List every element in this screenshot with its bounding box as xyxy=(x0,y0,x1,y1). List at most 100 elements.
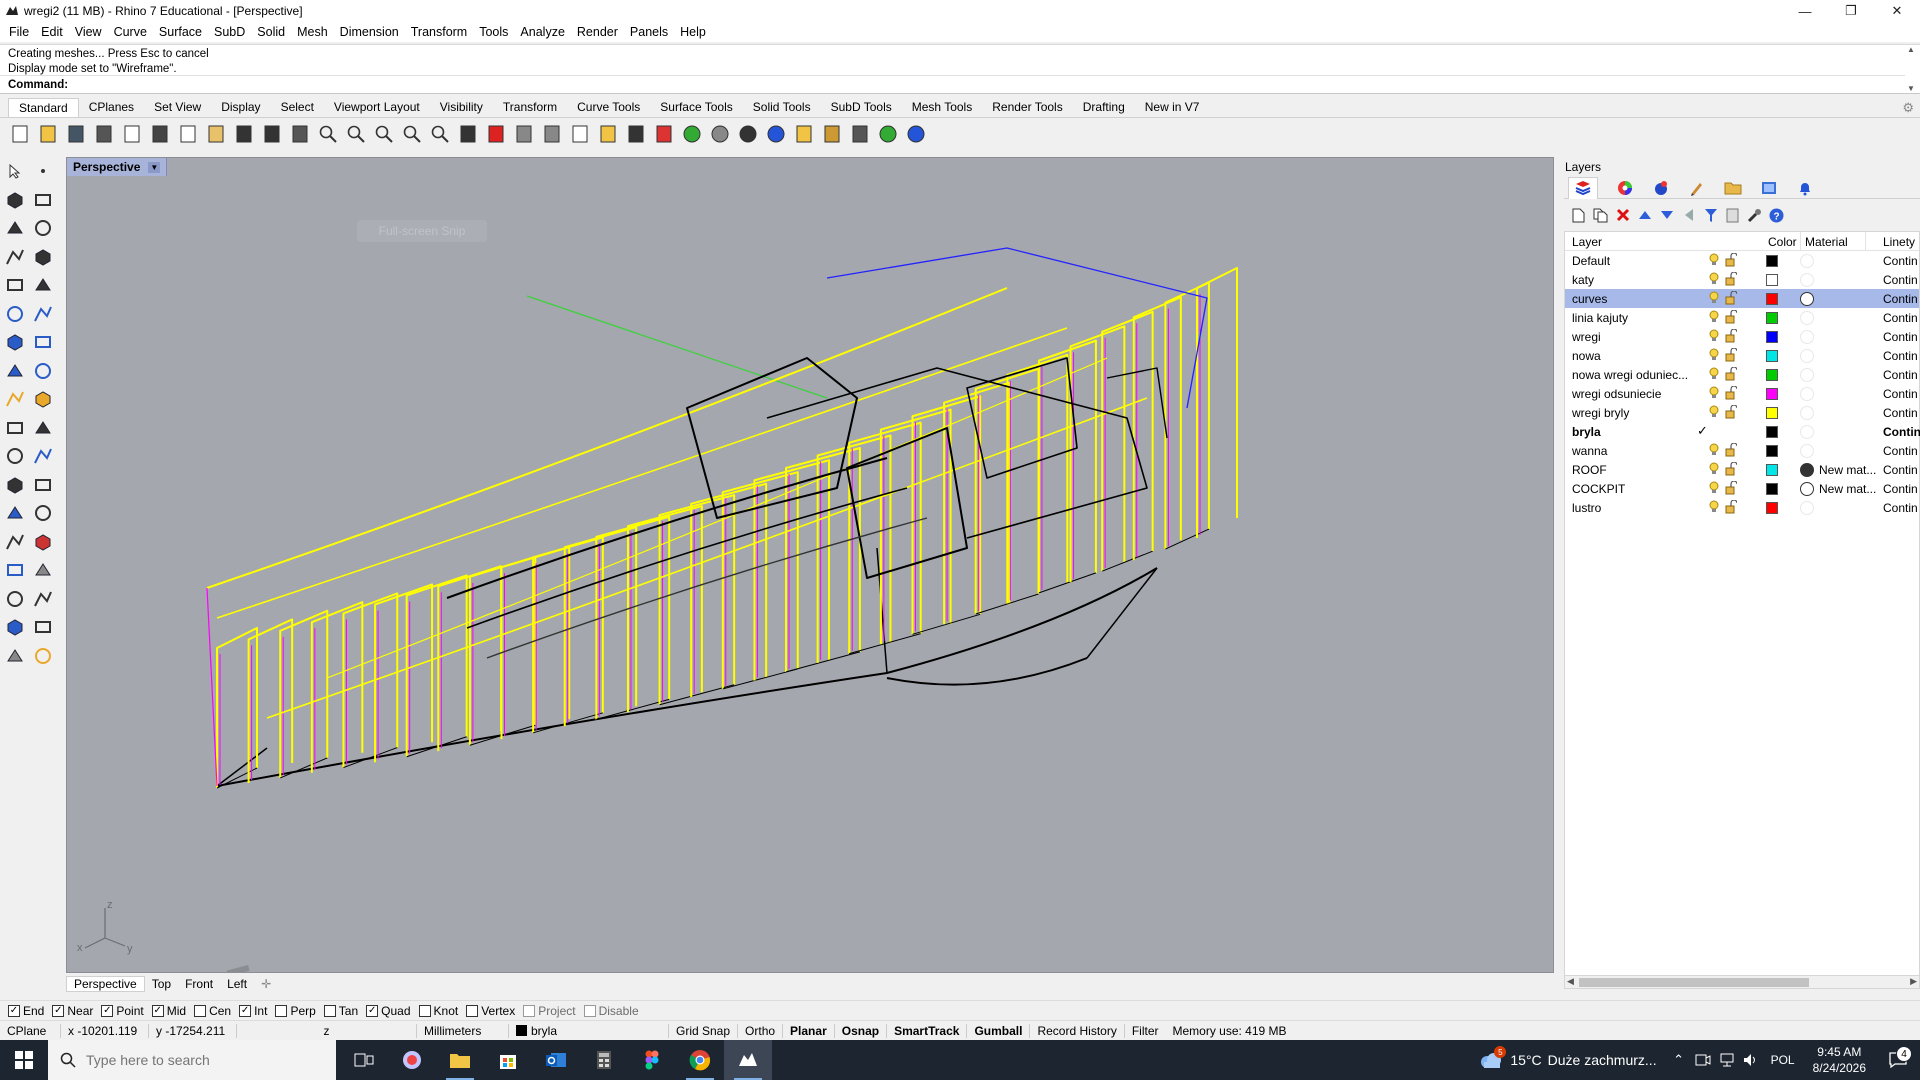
menu-edit[interactable]: Edit xyxy=(35,25,69,39)
curve-from-object-icon[interactable] xyxy=(32,559,54,581)
viewport-menu-icon[interactable]: ▼ xyxy=(148,161,161,173)
layer-row[interactable]: nowa wregi oduniec... Contin xyxy=(1565,365,1919,384)
osnap-checkbox[interactable] xyxy=(418,1004,431,1017)
layer-material-swatch[interactable] xyxy=(1800,254,1814,268)
render-tool-icon[interactable] xyxy=(32,645,54,667)
layer-row[interactable]: wregi bryly Contin xyxy=(1565,403,1919,422)
analyze-icon[interactable] xyxy=(32,588,54,610)
pan-icon[interactable] xyxy=(260,122,284,146)
osnap-knot[interactable]: Knot xyxy=(418,1004,458,1018)
toolbar-settings-icon[interactable]: ⚙ xyxy=(1902,100,1914,116)
layer-name[interactable]: curves xyxy=(1572,292,1708,306)
current-layer-check-icon[interactable]: ✓ xyxy=(1697,423,1708,439)
layer-name[interactable]: ROOF xyxy=(1572,463,1708,477)
rotate-icon[interactable] xyxy=(288,122,312,146)
layer-unlocked-icon[interactable] xyxy=(1725,329,1737,343)
menu-subd[interactable]: SubD xyxy=(208,25,251,39)
points-icon[interactable] xyxy=(32,445,54,467)
layer-unlocked-icon[interactable] xyxy=(1725,443,1737,457)
globe-icon[interactable] xyxy=(876,122,900,146)
rendered-icon[interactable] xyxy=(736,122,760,146)
status-toggle-osnap[interactable]: Osnap xyxy=(833,1023,886,1038)
current-layer[interactable]: bryla xyxy=(508,1023,668,1038)
layer-visible-bulb-icon[interactable] xyxy=(1708,329,1720,343)
layer-visible-bulb-icon[interactable] xyxy=(1708,386,1720,400)
status-toggle-planar[interactable]: Planar xyxy=(782,1023,834,1038)
join-icon[interactable] xyxy=(32,388,54,410)
layer-states-icon[interactable] xyxy=(1724,207,1741,224)
layer-material-swatch[interactable] xyxy=(1800,501,1814,515)
menu-dimension[interactable]: Dimension xyxy=(334,25,405,39)
color-wheel-icon[interactable] xyxy=(680,122,704,146)
osnap-checkbox[interactable] xyxy=(323,1004,336,1017)
viewport-tab-top[interactable]: Top xyxy=(145,977,178,991)
new-layer-icon[interactable] xyxy=(1570,207,1587,224)
menu-panels[interactable]: Panels xyxy=(624,25,674,39)
layer-color-swatch[interactable] xyxy=(1766,369,1778,381)
minimize-button[interactable]: — xyxy=(1782,0,1828,22)
layer-color-swatch[interactable] xyxy=(1766,445,1778,457)
viewport-tab-perspective[interactable]: Perspective xyxy=(66,976,145,992)
polygon-icon[interactable] xyxy=(4,246,26,268)
osnap-cen[interactable]: Cen xyxy=(194,1004,231,1018)
command-scrollbar[interactable]: ▲ ▼ xyxy=(1904,45,1918,93)
status-toggle-smarttrack[interactable]: SmartTrack xyxy=(886,1023,966,1038)
delete-layer-icon[interactable] xyxy=(1614,207,1631,224)
filter-icon[interactable] xyxy=(792,122,816,146)
toolbar-tab-new-in-v7[interactable]: New in V7 xyxy=(1135,98,1210,117)
scroll-left-icon[interactable]: ◀ xyxy=(1567,976,1574,987)
column-header-material[interactable]: Material xyxy=(1805,235,1848,249)
layer-row[interactable]: bryla ✓ Contin xyxy=(1565,422,1920,441)
layer-color-swatch[interactable] xyxy=(1766,407,1778,419)
help-icon[interactable] xyxy=(904,122,928,146)
toolbar-tab-curve-tools[interactable]: Curve Tools xyxy=(567,98,650,117)
layer-material-swatch[interactable] xyxy=(1800,387,1814,401)
layer-material-swatch[interactable] xyxy=(1800,425,1814,439)
layer-material-swatch[interactable] xyxy=(1800,292,1814,306)
zoom-window-icon[interactable] xyxy=(344,122,368,146)
menu-mesh[interactable]: Mesh xyxy=(291,25,334,39)
cplane-label[interactable]: CPlane xyxy=(0,1024,60,1038)
toolbar-tab-render-tools[interactable]: Render Tools xyxy=(982,98,1073,117)
zoom-icon[interactable] xyxy=(316,122,340,146)
properties-icon[interactable] xyxy=(568,122,592,146)
outlook-icon[interactable] xyxy=(532,1040,580,1080)
layer-unlocked-icon[interactable] xyxy=(1725,310,1737,324)
cplane-icon[interactable] xyxy=(512,122,536,146)
layer-material-name[interactable]: New mat... xyxy=(1819,482,1876,496)
layer-visible-bulb-icon[interactable] xyxy=(1708,253,1720,267)
toolbar-tab-select[interactable]: Select xyxy=(271,98,324,117)
layer-visible-bulb-icon[interactable] xyxy=(1708,405,1720,419)
light-icon[interactable] xyxy=(596,122,620,146)
layer-unlocked-icon[interactable] xyxy=(1725,348,1737,362)
osnap-checkbox[interactable]: ✓ xyxy=(8,1004,20,1017)
osnap-checkbox[interactable] xyxy=(466,1004,479,1017)
layers-tab-icon[interactable] xyxy=(1568,176,1598,199)
taskbar-search[interactable] xyxy=(48,1040,336,1080)
layer-name[interactable]: nowa wregi oduniec... xyxy=(1572,368,1708,382)
split-icon[interactable] xyxy=(32,417,54,439)
layer-linetype[interactable]: Contin xyxy=(1883,482,1920,496)
viewport-tab-front[interactable]: Front xyxy=(178,977,220,991)
units-label[interactable]: Millimeters xyxy=(416,1023,508,1038)
explode-icon[interactable] xyxy=(4,388,26,410)
layer-row[interactable]: curves Contin xyxy=(1565,289,1919,308)
move-up-icon[interactable] xyxy=(1636,207,1653,224)
extrude-icon[interactable] xyxy=(32,360,54,382)
new-icon[interactable] xyxy=(8,122,32,146)
new-sublayer-icon[interactable] xyxy=(1592,207,1609,224)
layer-unlocked-icon[interactable] xyxy=(1725,253,1737,267)
cylinder-icon[interactable] xyxy=(4,360,26,382)
folder-tab-icon[interactable] xyxy=(1724,179,1742,197)
osnap-tan[interactable]: Tan xyxy=(323,1004,358,1018)
check-icon[interactable] xyxy=(32,616,54,638)
layer-color-swatch[interactable] xyxy=(1766,426,1778,438)
zoom-all-icon[interactable] xyxy=(428,122,452,146)
point-icon[interactable] xyxy=(32,160,54,182)
save-icon[interactable] xyxy=(64,122,88,146)
osnap-mid[interactable]: ✓ Mid xyxy=(151,1004,186,1018)
osnap-checkbox[interactable] xyxy=(583,1004,596,1017)
layer-material-swatch[interactable] xyxy=(1800,273,1814,287)
store-icon[interactable] xyxy=(484,1040,532,1080)
render-tab-icon[interactable] xyxy=(1652,179,1670,197)
